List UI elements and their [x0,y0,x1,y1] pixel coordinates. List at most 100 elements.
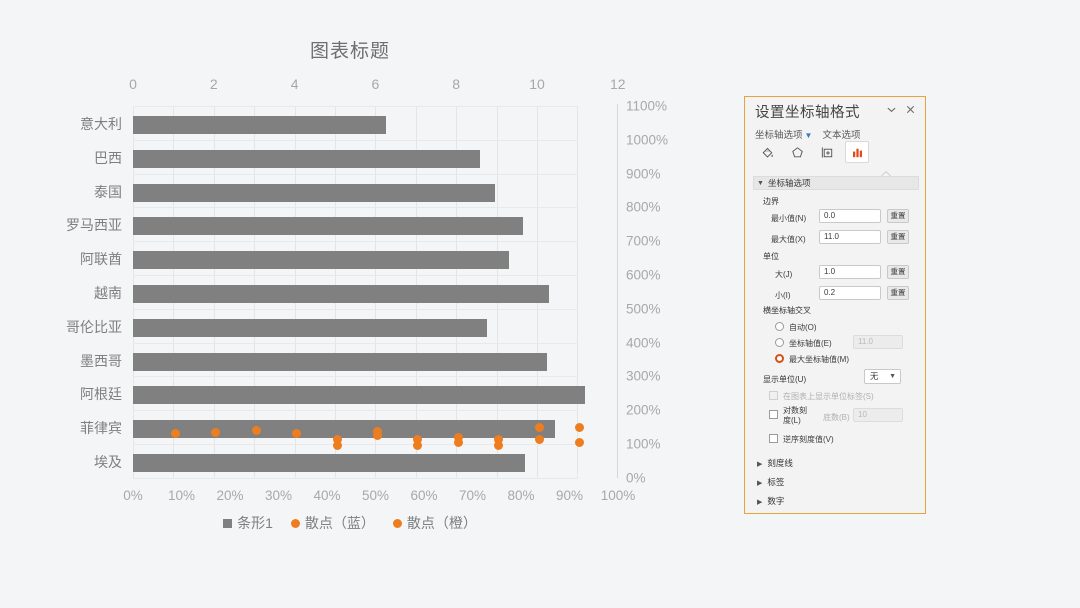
right-axis-tick: 0% [626,470,646,486]
scatter-point[interactable] [534,423,544,433]
tab-axis-options[interactable]: 坐标轴选项 ▼ [755,127,812,141]
size-properties-icon[interactable] [815,141,839,163]
plot-area[interactable] [133,106,586,479]
category-label: 阿根廷 [80,386,122,403]
axis-options-section-header[interactable]: ▼ 坐标轴选项 [753,176,919,190]
category-label: 阿联酋 [80,251,122,268]
bar-阿联酋[interactable] [133,251,509,270]
radio-max-axis-value[interactable] [775,354,784,363]
right-axis-tick: 200% [626,402,661,418]
tab-text-options[interactable]: 文本选项 [822,127,860,141]
bar-意大利[interactable] [133,115,386,134]
chevron-down-icon: ▼ [757,180,764,187]
top-axis-tick: 2 [209,76,218,92]
legend-dot-icon [290,518,300,528]
min-value-input[interactable]: 0.0 [819,209,881,223]
bar-哥伦比亚[interactable] [133,318,487,337]
radio-auto-label: 自动(O) [789,323,817,332]
scatter-point[interactable] [534,434,544,444]
chart-legend[interactable]: 条形1 散点（蓝） 散点（橙） [0,513,700,533]
right-axis-tick: 300% [626,368,661,384]
legend-dot-icon [392,518,402,528]
reverse-scale-checkbox[interactable] [769,434,778,443]
minor-unit-input[interactable]: 0.2 [819,286,881,300]
gridline-horizontal [133,444,578,445]
panel-tab-row: 坐标轴选项 ▼ 文本选项 [755,127,860,141]
scatter-point[interactable] [292,428,302,438]
chevron-down-icon[interactable] [883,103,899,119]
panel-header: 设置坐标轴格式 [745,97,925,127]
scatter-point[interactable] [574,438,584,448]
scatter-point[interactable] [372,431,382,441]
bar-墨西哥[interactable] [133,352,548,371]
bar-埃及[interactable] [133,453,525,472]
max-reset-button[interactable]: 重置 [887,230,909,244]
top-axis-tick: 12 [610,76,626,92]
right-axis-tick: 700% [626,233,661,249]
chevron-right-icon: ▶ [757,480,763,487]
legend-item[interactable]: 散点（蓝） [290,513,375,533]
scatter-point[interactable] [453,438,463,448]
subsection-tick-marks[interactable]: ▶ 刻度线 [757,457,793,469]
right-axis-tick: 500% [626,301,661,317]
right-axis-line [617,104,618,478]
major-unit-input[interactable]: 1.0 [819,265,881,279]
log-scale-checkbox[interactable] [769,410,778,419]
scatter-point[interactable] [332,440,342,450]
bottom-axis-tick: 20% [216,488,244,503]
legend-label: 条形1 [237,515,273,531]
bar-泰国[interactable] [133,183,495,202]
right-axis-tick: 400% [626,335,661,351]
scatter-point[interactable] [574,422,584,432]
category-label: 意大利 [80,115,122,132]
bottom-axis-tick: 50% [361,488,390,503]
bar-罗马西亚[interactable] [133,217,523,236]
category-label: 埃及 [94,453,122,470]
category-label: 越南 [94,284,122,301]
major-unit-reset-button[interactable]: 重置 [887,265,909,279]
minor-unit-reset-button[interactable]: 重置 [887,286,909,300]
major-unit-label: 大(J) [775,270,793,279]
scatter-point[interactable] [413,440,423,450]
min-reset-button[interactable]: 重置 [887,209,909,223]
legend-item[interactable]: 条形1 [223,513,273,533]
bar-阿根廷[interactable] [133,386,586,405]
show-unit-label-checkbox [769,391,778,400]
gridline-horizontal [133,477,578,479]
display-units-select[interactable]: 无 ▼ [864,369,901,384]
bottom-axis-tick: 80% [507,488,535,503]
axis-options-section-label: 坐标轴选项 [768,178,811,188]
legend-item[interactable]: 散点（橙） [392,513,477,533]
chevron-right-icon: ▶ [757,461,763,468]
category-label: 罗马西亚 [66,217,122,234]
bar-巴西[interactable] [133,149,481,168]
gridline-horizontal [133,410,578,412]
radio-axis-value[interactable] [775,338,784,347]
min-value-label: 最小值(N) [771,214,807,223]
chart-title[interactable]: 图表标题 [0,36,700,63]
legend-label: 散点（蓝） [304,515,375,531]
scatter-point[interactable] [494,440,504,450]
scatter-point[interactable] [251,425,261,435]
right-axis-tick: 1000% [626,132,669,148]
reverse-scale-label: 逆序刻度值(V) [783,435,834,444]
radio-auto[interactable] [775,322,784,331]
chart-options-icon[interactable] [845,141,869,163]
fill-icon[interactable] [755,141,779,163]
max-value-input[interactable]: 11.0 [819,230,881,244]
subsection-number[interactable]: ▶ 数字 [757,495,784,507]
bottom-axis-tick: 30% [264,488,293,503]
log-base-input: 10 [853,408,903,422]
subsection-labels[interactable]: ▶ 标签 [757,476,784,488]
close-icon[interactable] [902,103,918,119]
bounds-group-label: 边界 [763,197,779,206]
bar-菲律宾[interactable] [133,420,556,439]
effects-icon[interactable] [785,141,809,163]
gridline-horizontal [133,275,578,276]
panel-icon-tabs [755,141,869,163]
scatter-point[interactable] [211,427,221,437]
bottom-axis-tick: 70% [458,488,487,503]
subsection-labels-label: 标签 [767,477,785,487]
tab-axis-options-label: 坐标轴选项 [755,130,803,141]
bar-越南[interactable] [133,284,550,303]
